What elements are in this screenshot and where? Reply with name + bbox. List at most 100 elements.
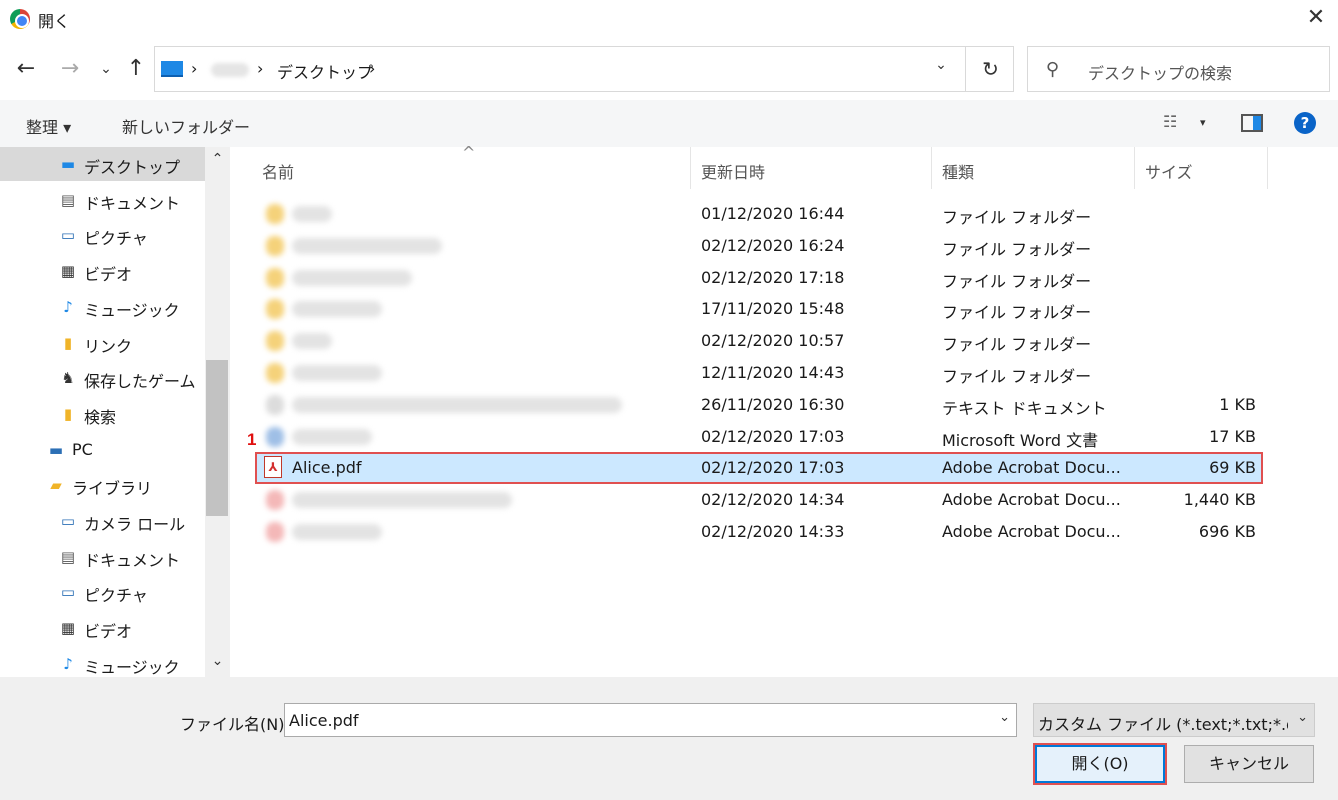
close-icon[interactable]: ✕: [1300, 4, 1332, 34]
file-row[interactable]: 02/12/2020 14:33 Adobe Acrobat Docu... 696…: [256, 517, 1262, 547]
file-row[interactable]: ⅄ Alice.pdf 02/12/2020 17:03 Adobe Acrobat …: [255, 452, 1263, 485]
command-toolbar: 整理 ▾ 新しいフォルダー ☷ ▾ ?: [0, 100, 1338, 147]
sidebar-item[interactable]: ♞ 保存したゲーム: [0, 361, 205, 395]
filename-input[interactable]: Alice.pdf ⌄: [284, 703, 1017, 737]
sidebar-item[interactable]: ▭ ピクチャ: [0, 575, 205, 609]
file-type: ファイル フォルダー: [942, 335, 1092, 355]
sidebar-item-label: ミュージック: [84, 657, 180, 677]
folder-icon: [266, 331, 284, 352]
help-icon[interactable]: ?: [1294, 112, 1316, 134]
filename-value[interactable]: Alice.pdf: [289, 711, 359, 730]
forward-arrow-icon[interactable]: →: [56, 56, 84, 82]
column-header-size[interactable]: サイズ: [1135, 147, 1267, 189]
column-header-type[interactable]: 種類: [932, 147, 1134, 189]
sidebar-item[interactable]: ▦ ビデオ: [0, 611, 205, 645]
search-box[interactable]: ⚲ デスクトップの検索: [1027, 46, 1330, 92]
sidebar-item[interactable]: ▤ ドキュメント: [0, 183, 205, 217]
scroll-down-icon[interactable]: ⌄: [205, 653, 230, 675]
library-document-icon: ▤: [60, 547, 76, 566]
address-dropdown-icon[interactable]: ⌄: [927, 57, 955, 81]
file-type: Microsoft Word 文書: [942, 430, 1099, 450]
sidebar-item[interactable]: ▬ デスクトップ: [0, 147, 205, 181]
search-folder-icon: ▮: [63, 404, 73, 423]
breadcrumb-user-blurred[interactable]: [211, 63, 249, 77]
file-date: 01/12/2020 16:44: [701, 204, 845, 223]
file-row[interactable]: 12/11/2020 14:43 ファイル フォルダー: [256, 358, 1262, 388]
file-row[interactable]: 02/12/2020 10:57 ファイル フォルダー: [256, 326, 1262, 356]
breadcrumb-separator[interactable]: ›: [191, 59, 197, 78]
saved-games-icon: ♞: [61, 369, 75, 388]
open-button[interactable]: 開く(O): [1035, 745, 1165, 783]
column-header-date[interactable]: 更新日時: [691, 147, 931, 189]
file-date: 17/11/2020 15:48: [701, 299, 845, 319]
file-row[interactable]: 01/12/2020 16:44 ファイル フォルダー: [256, 199, 1262, 229]
desktop-icon: ▬: [60, 155, 76, 173]
file-row[interactable]: 26/11/2020 16:30 テキスト ドキュメント 1 KB: [256, 390, 1262, 420]
scrollbar-thumb[interactable]: [206, 360, 228, 516]
file-type-filter[interactable]: カスタム ファイル (*.text;*.txt;*.doc; ⌄: [1033, 703, 1315, 737]
sidebar-item[interactable]: ♪ ミュージック: [0, 290, 205, 324]
file-row[interactable]: 17/11/2020 15:48 ファイル フォルダー: [256, 294, 1262, 324]
refresh-icon[interactable]: ↻: [965, 47, 1015, 91]
sidebar-item[interactable]: ▰ ライブラリ: [0, 468, 205, 502]
blurred-file-name: [292, 428, 372, 445]
sidebar-item-label: カメラ ロール: [84, 515, 186, 534]
camera-roll-icon: ▭: [60, 512, 76, 530]
breadcrumb-desktop[interactable]: デスクトップ: [277, 59, 373, 83]
sidebar-item[interactable]: ▬ PC: [0, 433, 205, 467]
view-list-icon[interactable]: ☷: [1163, 112, 1177, 131]
file-icon: [266, 426, 284, 447]
breadcrumb-separator[interactable]: ›: [369, 59, 375, 78]
file-type-value[interactable]: カスタム ファイル (*.text;*.txt;*.doc;: [1038, 711, 1288, 735]
address-bar[interactable]: › › デスクトップ › ⌄ ↻: [154, 46, 1014, 92]
sidebar-item-label: デスクトップ: [84, 158, 181, 177]
sidebar-item[interactable]: ▤ ドキュメント: [0, 540, 205, 574]
sidebar-item[interactable]: ▭ カメラ ロール: [0, 504, 205, 538]
file-date: 02/12/2020 17:03: [701, 458, 845, 478]
navigation-bar: ← → ⌄ ↑ › › デスクトップ › ⌄ ↻ ⚲ デスクトップの検索: [0, 44, 1338, 96]
file-row[interactable]: 02/12/2020 14:34 Adobe Acrobat Docu... 1,4…: [256, 485, 1262, 515]
organize-button[interactable]: 整理 ▾: [26, 114, 71, 138]
back-arrow-icon[interactable]: ←: [12, 56, 40, 82]
blurred-file-name: [292, 333, 332, 350]
sidebar-item[interactable]: ♪ ミュージック: [0, 647, 205, 681]
file-row[interactable]: 02/12/2020 17:03 Microsoft Word 文書 17 KB: [256, 422, 1262, 452]
preview-pane-icon[interactable]: [1241, 114, 1263, 132]
blurred-file-name: [292, 396, 622, 413]
sidebar-item[interactable]: ▭ ピクチャ: [0, 218, 205, 252]
column-header-name[interactable]: 名前: [252, 147, 690, 189]
file-size: 696 KB: [1198, 522, 1256, 541]
new-folder-button[interactable]: 新しいフォルダー: [122, 114, 250, 138]
file-size: 69 KB: [1209, 458, 1256, 478]
cancel-button[interactable]: キャンセル: [1184, 745, 1314, 783]
view-options-caret-icon[interactable]: ▾: [1200, 116, 1206, 129]
up-arrow-icon[interactable]: ↑: [122, 56, 150, 82]
file-date: 26/11/2020 16:30: [701, 394, 845, 414]
picture-icon: ▭: [60, 226, 76, 245]
sidebar-item-label: 保存したゲーム: [84, 372, 196, 392]
pc-icon: ▬: [48, 440, 64, 459]
breadcrumb-separator[interactable]: ›: [257, 59, 263, 78]
filename-dropdown-icon[interactable]: ⌄: [999, 710, 1010, 725]
file-row[interactable]: 02/12/2020 17:18 ファイル フォルダー: [256, 263, 1262, 293]
sidebar-item[interactable]: ▮ リンク: [0, 326, 205, 360]
search-placeholder[interactable]: デスクトップの検索: [1088, 60, 1232, 84]
file-icon: [266, 522, 284, 542]
blurred-file-name: [292, 206, 332, 222]
document-icon: ▤: [60, 190, 76, 209]
link-icon: ▮: [63, 333, 73, 352]
library-picture-icon: ▭: [60, 583, 76, 602]
folder-icon: [266, 204, 284, 224]
recent-locations-icon[interactable]: ⌄: [92, 56, 120, 82]
sidebar-item[interactable]: ▦ ビデオ: [0, 254, 205, 288]
dialog-footer: ファイル名(N): Alice.pdf ⌄ カスタム ファイル (*.text;…: [0, 677, 1338, 800]
sidebar-item[interactable]: ▮ 検索: [0, 397, 205, 431]
file-type: ファイル フォルダー: [942, 367, 1092, 386]
file-type: Adobe Acrobat Docu...: [942, 490, 1121, 510]
file-type-dropdown-icon[interactable]: ⌄: [1297, 710, 1308, 725]
scroll-up-icon[interactable]: ⌃: [205, 151, 230, 173]
file-row[interactable]: 02/12/2020 16:24 ファイル フォルダー: [256, 231, 1262, 261]
file-size: 1,440 KB: [1183, 490, 1256, 510]
blurred-file-name: [292, 237, 442, 254]
sidebar-item-label: ミュージック: [84, 300, 180, 320]
